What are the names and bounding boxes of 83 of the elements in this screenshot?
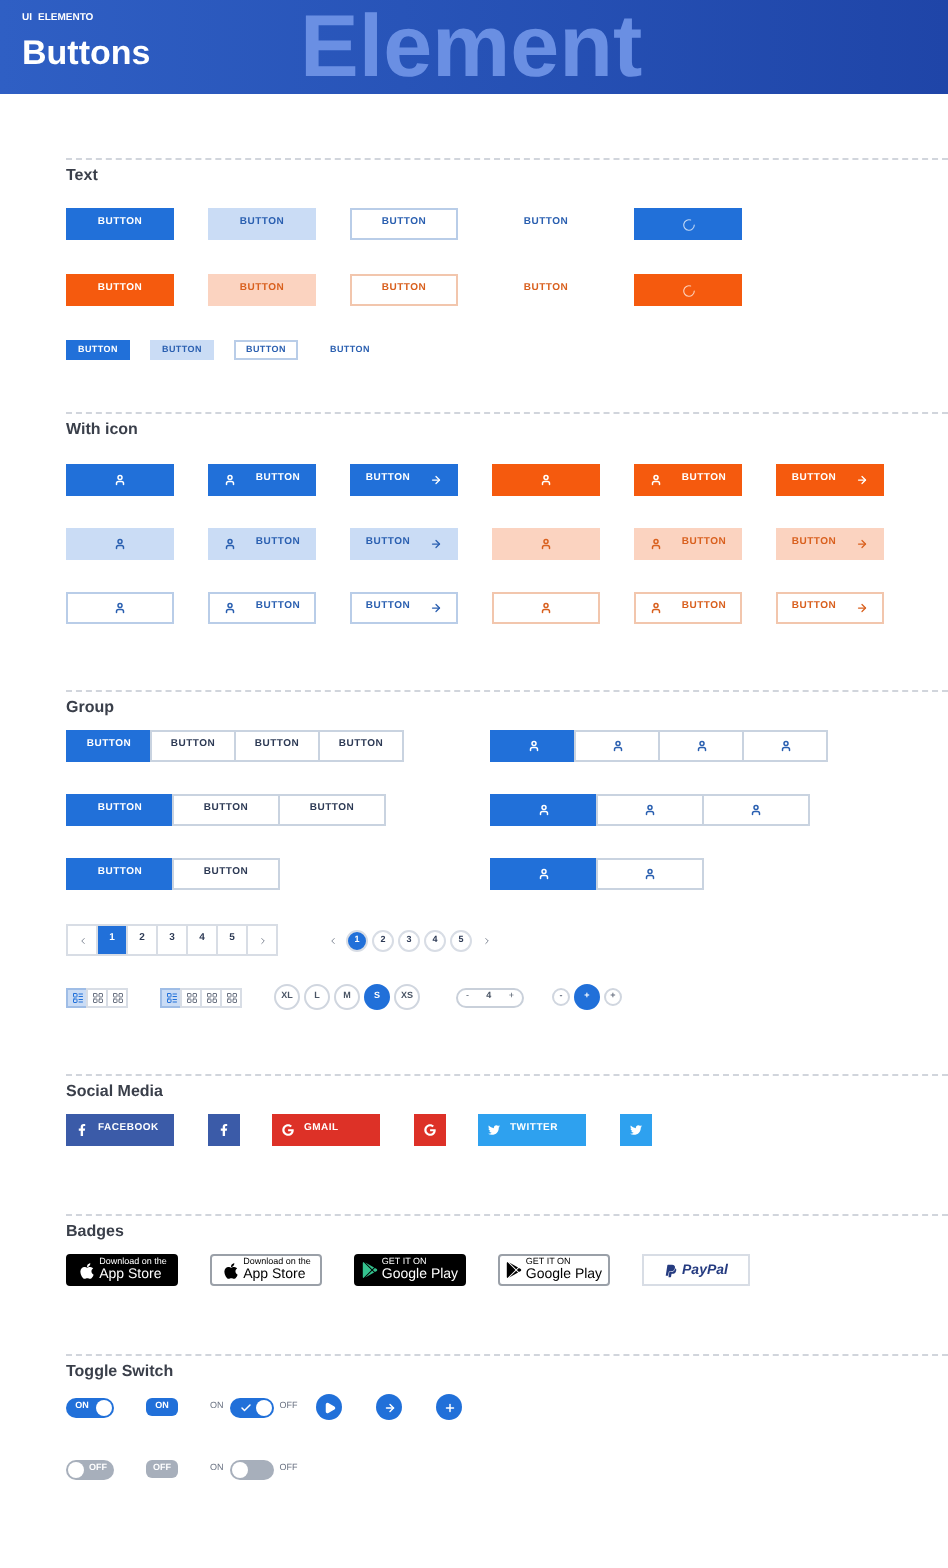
- user-icon: [114, 474, 126, 486]
- view-toggle-button[interactable]: [180, 987, 202, 1007]
- arrow-right-icon: [430, 538, 443, 550]
- apple-icon: [221, 1261, 240, 1279]
- arrow-right-icon: [383, 1401, 395, 1413]
- view-toggle-button[interactable]: [160, 987, 182, 1007]
- facebook-icon: [76, 1124, 88, 1136]
- list-view-icon: [71, 991, 83, 1003]
- google-icon: [282, 1124, 294, 1136]
- paypal-icon: [664, 1263, 679, 1277]
- play-store-icon: [505, 1262, 522, 1278]
- grid-view-icon: [185, 991, 197, 1003]
- grid-view-icon: [205, 991, 217, 1003]
- section-title: Social Media: [66, 1082, 163, 1102]
- user-icon: [223, 474, 236, 486]
- arrow-right-icon: [856, 538, 869, 550]
- round-button[interactable]: [316, 1394, 342, 1420]
- user-icon: [750, 804, 762, 816]
- user-icon: [540, 602, 552, 614]
- page-title: Buttons: [22, 36, 151, 70]
- user-icon: [649, 538, 662, 550]
- user-icon: [695, 740, 707, 752]
- view-toggle-button[interactable]: [86, 987, 108, 1007]
- section-title: Toggle Switch: [66, 1362, 174, 1382]
- toggle-switch[interactable]: [229, 1459, 274, 1479]
- view-toggle-button[interactable]: [66, 987, 88, 1007]
- chevron-left-icon: [77, 935, 87, 945]
- user-icon: [644, 804, 656, 816]
- spinner-icon: [681, 283, 695, 297]
- backdrop-word: Element: [300, 4, 643, 92]
- social-button[interactable]: [414, 1114, 446, 1146]
- view-toggle-button[interactable]: [106, 987, 128, 1007]
- facebook-icon: [218, 1124, 230, 1136]
- social-button[interactable]: [620, 1114, 652, 1146]
- next-page-button[interactable]: [246, 924, 278, 956]
- user-icon: [114, 602, 126, 614]
- arrow-right-icon: [856, 474, 869, 486]
- user-icon: [540, 474, 552, 486]
- user-icon: [114, 538, 126, 550]
- user-icon: [223, 538, 236, 550]
- check-icon: [239, 1401, 252, 1413]
- user-icon: [779, 740, 791, 752]
- play-store-icon: [361, 1262, 378, 1278]
- social-button[interactable]: [208, 1114, 240, 1146]
- user-icon: [649, 602, 662, 614]
- grid-view-icon: [225, 991, 237, 1003]
- bird-icon: [488, 1124, 500, 1136]
- section-title: Badges: [66, 1222, 124, 1242]
- play-icon: [323, 1401, 335, 1413]
- arrow-right-icon: [430, 474, 443, 486]
- chevron-left-icon: [327, 935, 337, 945]
- round-button[interactable]: [376, 1394, 402, 1420]
- section-title: Group: [66, 698, 114, 718]
- chevron-right-icon: [257, 935, 267, 945]
- user-icon: [527, 740, 539, 752]
- google-icon: [424, 1124, 436, 1136]
- user-icon: [538, 804, 550, 816]
- toggle-switch[interactable]: [229, 1397, 274, 1417]
- list-view-icon: [165, 991, 177, 1003]
- segment-button[interactable]: [490, 858, 598, 890]
- arrow-right-icon: [430, 602, 443, 614]
- view-toggle-button[interactable]: [220, 987, 242, 1007]
- user-icon: [644, 868, 656, 880]
- icon-button[interactable]: [66, 592, 174, 624]
- round-button[interactable]: [436, 1394, 462, 1420]
- user-icon: [540, 538, 552, 550]
- bird-icon: [630, 1124, 642, 1136]
- spinner-icon: [681, 217, 695, 231]
- section-title: With icon: [66, 420, 138, 440]
- chevron-right-icon: [481, 935, 491, 945]
- user-icon: [538, 868, 550, 880]
- user-icon: [223, 602, 236, 614]
- user-icon: [649, 474, 662, 486]
- segment-button[interactable]: [490, 730, 576, 762]
- segment-button[interactable]: [490, 794, 598, 826]
- view-toggle-button[interactable]: [200, 987, 222, 1007]
- apple-icon: [77, 1261, 96, 1279]
- grid-view-icon: [91, 991, 103, 1003]
- arrow-right-icon: [856, 602, 869, 614]
- user-icon: [611, 740, 623, 752]
- plus-icon: [443, 1401, 455, 1413]
- grid-view-icon: [111, 991, 123, 1003]
- section-title: Text: [66, 166, 98, 186]
